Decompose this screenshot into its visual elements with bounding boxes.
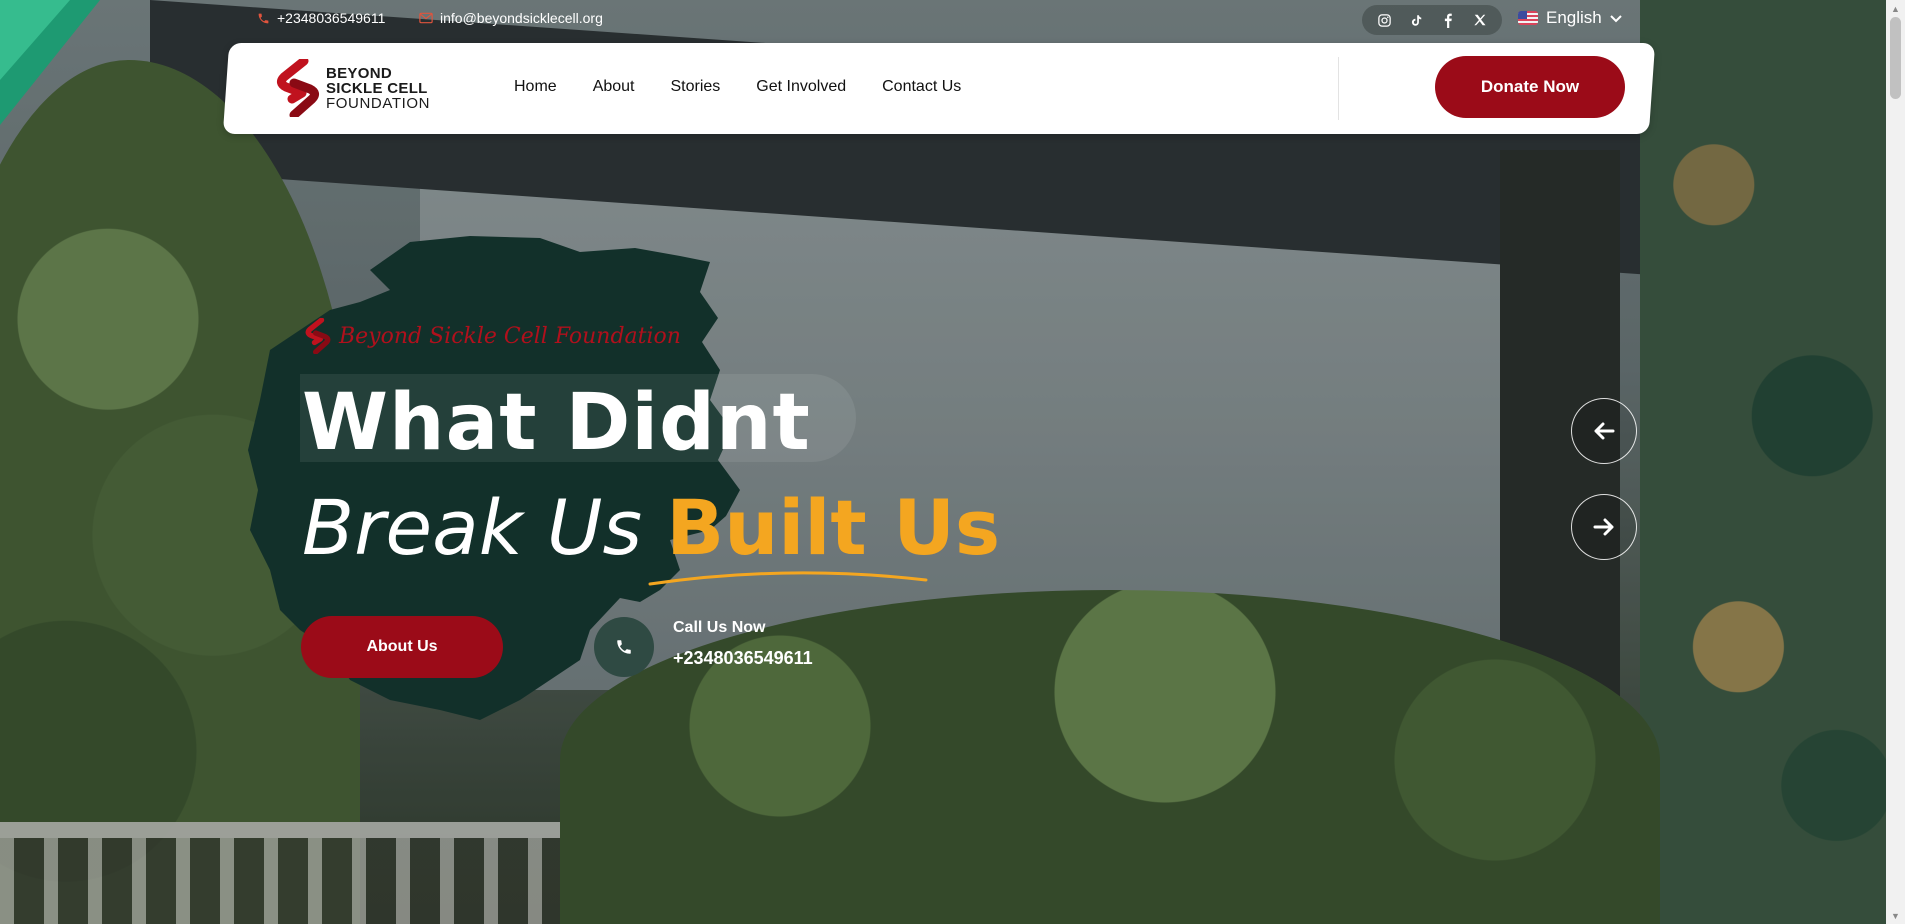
topbar-phone-text: +2348036549611 <box>277 10 386 26</box>
slider-prev-button[interactable] <box>1571 398 1637 464</box>
slider-next-button[interactable] <box>1571 494 1637 560</box>
language-label: English <box>1546 8 1602 27</box>
logo-line-2: SICKLE CELL <box>326 79 428 97</box>
hero-kicker: Beyond Sickle Cell Foundation <box>305 317 681 355</box>
language-selector[interactable]: English <box>1518 8 1622 28</box>
logo-line-3: FOUNDATION <box>326 94 431 112</box>
call-us-number[interactable]: +2348036549611 <box>673 648 813 669</box>
instagram-icon[interactable] <box>1374 10 1394 30</box>
page-scrollbar[interactable]: ▲ ▼ <box>1886 0 1905 924</box>
phone-icon <box>256 11 270 25</box>
hero-title-plain: Break Us <box>302 483 667 572</box>
facebook-icon[interactable] <box>1438 10 1458 30</box>
us-flag-icon <box>1518 11 1538 25</box>
primary-menu: Home About Stories Get Involved Contact … <box>514 78 961 96</box>
hero-title-accent: Built Us <box>666 483 1001 572</box>
logo-line-1: BEYOND <box>326 64 392 82</box>
donate-button[interactable]: Donate Now <box>1435 56 1625 118</box>
logo-wordmark: BEYOND SICKLE CELL FOUNDATION <box>326 66 430 111</box>
nav-item-home[interactable]: Home <box>514 78 557 96</box>
title-underline-stroke <box>648 571 928 586</box>
topbar-email[interactable]: info@beyondsicklecell.org <box>419 10 603 26</box>
nav-item-get-involved[interactable]: Get Involved <box>756 78 846 96</box>
nav-divider <box>1338 57 1339 120</box>
hero-kicker-text: Beyond Sickle Cell Foundation <box>339 323 681 349</box>
topbar-phone[interactable]: +2348036549611 <box>256 10 385 26</box>
scroll-thumb[interactable] <box>1890 17 1901 99</box>
tiktok-icon[interactable] <box>1406 10 1426 30</box>
call-phone-icon[interactable] <box>594 617 654 677</box>
site-logo[interactable]: BEYOND SICKLE CELL FOUNDATION <box>276 56 430 120</box>
logo-mark-icon <box>276 56 320 120</box>
kicker-logo-icon <box>305 317 331 355</box>
hero-title-line-1: What Didnt <box>302 378 811 468</box>
nav-item-stories[interactable]: Stories <box>671 78 721 96</box>
arrow-left-icon <box>1593 416 1615 447</box>
scroll-down-arrow-icon[interactable]: ▼ <box>1886 907 1905 924</box>
scroll-up-arrow-icon[interactable]: ▲ <box>1886 0 1905 17</box>
hero-title-line-2: Break Us Built Us <box>302 483 1000 572</box>
main-navbar: BEYOND SICKLE CELL FOUNDATION Home About… <box>226 43 1652 134</box>
mail-icon <box>419 11 433 25</box>
topbar-email-text: info@beyondsicklecell.org <box>440 10 603 26</box>
social-links <box>1362 5 1502 35</box>
arrow-right-icon <box>1593 512 1615 543</box>
x-icon[interactable] <box>1470 10 1490 30</box>
nav-item-about[interactable]: About <box>593 78 635 96</box>
nav-item-contact-us[interactable]: Contact Us <box>882 78 961 96</box>
about-us-button[interactable]: About Us <box>301 616 503 678</box>
call-us-label: Call Us Now <box>673 619 766 636</box>
top-contact-bar: +2348036549611 info@beyondsicklecell.org… <box>0 0 1886 40</box>
chevron-down-icon <box>1610 8 1622 28</box>
